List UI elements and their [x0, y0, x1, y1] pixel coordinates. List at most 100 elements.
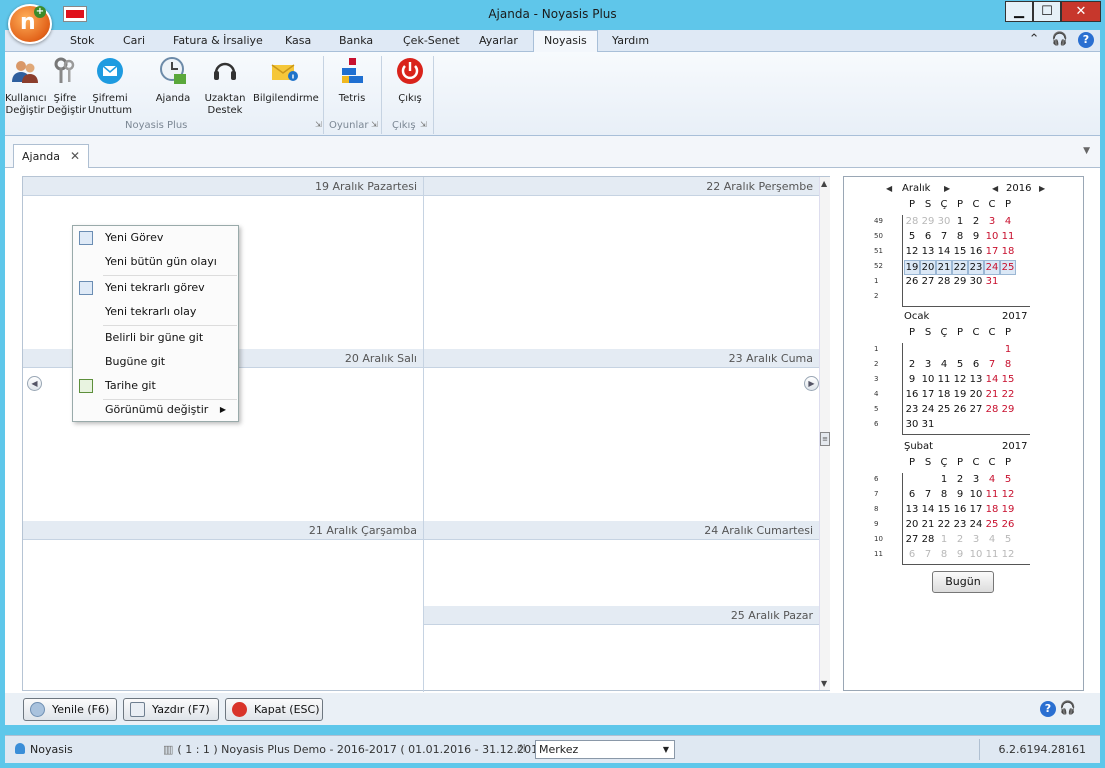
- notification-button[interactable]: Bilgilendirme: [253, 56, 319, 105]
- day-header-24[interactable]: 24 Aralık Cumartesi: [423, 521, 819, 540]
- calendar-day[interactable]: 3: [920, 358, 936, 373]
- day-header-23[interactable]: 23 Aralık Cuma: [423, 349, 819, 368]
- calendar-day[interactable]: 22: [952, 260, 968, 275]
- calendar-day[interactable]: 5: [1000, 533, 1016, 548]
- calendar-day[interactable]: 5: [1000, 473, 1016, 488]
- remote-support-button[interactable]: Uzaktan Destek: [203, 56, 247, 117]
- tab-fatura[interactable]: Fatura & İrsaliye: [173, 34, 263, 47]
- day-header-21[interactable]: 21 Aralık Çarşamba: [23, 521, 423, 540]
- calendar-day[interactable]: 7: [920, 488, 936, 503]
- calendar-day[interactable]: 17: [920, 388, 936, 403]
- calendar-day[interactable]: 16: [968, 245, 984, 260]
- date-navigator[interactable]: ◀ ▶ ◀ ▶ Aralık 2016 P S Ç P C C P 49 50 51 52 1 2 28 29 30 1 2 3…: [843, 176, 1084, 691]
- calendar-day[interactable]: 10: [984, 230, 1000, 245]
- calendar-day[interactable]: 14: [984, 373, 1000, 388]
- calendar-day[interactable]: 1: [1000, 343, 1016, 358]
- calendar-day[interactable]: 6: [968, 358, 984, 373]
- calendar-day[interactable]: 4: [984, 533, 1000, 548]
- print-button[interactable]: Yazdır (F7): [123, 698, 219, 721]
- calendar-day[interactable]: 18: [1000, 245, 1016, 260]
- calendar-day[interactable]: 19: [1000, 503, 1016, 518]
- calendar-day[interactable]: 6: [904, 488, 920, 503]
- headset-icon[interactable]: 🎧: [1060, 701, 1076, 716]
- calendar-day[interactable]: 25: [936, 403, 952, 418]
- calendar-day[interactable]: 27: [968, 403, 984, 418]
- help-icon[interactable]: ?: [1040, 701, 1056, 717]
- calendar-day[interactable]: 12: [952, 373, 968, 388]
- calendar-day[interactable]: 1: [952, 215, 968, 230]
- scheduler-scrollbar[interactable]: ▲ ≡ ▼: [819, 177, 830, 690]
- day-header-19[interactable]: 19 Aralık Pazartesi: [23, 177, 423, 196]
- day-header-22[interactable]: 22 Aralık Perşembe: [423, 177, 819, 196]
- calendar-day[interactable]: 29: [1000, 403, 1016, 418]
- calendar-day[interactable]: 13: [904, 503, 920, 518]
- headset-icon[interactable]: 🎧: [1052, 32, 1068, 47]
- calendar-day[interactable]: 1: [936, 533, 952, 548]
- calendar-day[interactable]: 26: [904, 275, 920, 290]
- next-year-icon[interactable]: ▶: [1039, 184, 1045, 193]
- today-button[interactable]: Bugün: [932, 571, 994, 593]
- group-launcher-icon[interactable]: ⇲: [371, 120, 378, 129]
- help-icon[interactable]: ?: [1078, 32, 1094, 48]
- group-launcher-icon[interactable]: ⇲: [420, 120, 427, 129]
- close-tab-icon[interactable]: ✕: [70, 149, 80, 163]
- calendar-day[interactable]: 8: [1000, 358, 1016, 373]
- branch-select[interactable]: Merkez ▼: [535, 740, 675, 759]
- calendar-day[interactable]: 26: [1000, 518, 1016, 533]
- calendar-day[interactable]: 18: [936, 388, 952, 403]
- calendar-day[interactable]: 21: [936, 260, 952, 275]
- calendar-day[interactable]: 30: [936, 215, 952, 230]
- calendar-day[interactable]: 13: [920, 245, 936, 260]
- calendar-day[interactable]: 28: [984, 403, 1000, 418]
- tab-kasa[interactable]: Kasa: [285, 34, 311, 47]
- calendar-day[interactable]: 17: [984, 245, 1000, 260]
- group-launcher-icon[interactable]: ⇲: [315, 120, 322, 129]
- calendar-day[interactable]: 13: [968, 373, 984, 388]
- calendar-day[interactable]: 16: [904, 388, 920, 403]
- calendar-day[interactable]: 11: [984, 488, 1000, 503]
- calendar-day[interactable]: 19: [904, 260, 920, 275]
- chevron-down-icon[interactable]: ▼: [1083, 146, 1090, 156]
- calendar-day[interactable]: 6: [904, 548, 920, 563]
- menu-item-go-to-day[interactable]: Belirli bir güne git: [73, 326, 238, 350]
- calendar-day[interactable]: 21: [920, 518, 936, 533]
- calendar-day[interactable]: 2: [952, 473, 968, 488]
- calendar-day[interactable]: 3: [968, 473, 984, 488]
- calendar-day[interactable]: 7: [936, 230, 952, 245]
- calendar-day[interactable]: 27: [904, 533, 920, 548]
- prev-appointment-icon[interactable]: ◀: [27, 376, 42, 391]
- app-menu-orb[interactable]: n +: [8, 4, 52, 44]
- calendar-day[interactable]: 8: [936, 488, 952, 503]
- calendar-day[interactable]: 27: [920, 275, 936, 290]
- calendar-day[interactable]: 9: [904, 373, 920, 388]
- tab-cari[interactable]: Cari: [123, 34, 145, 47]
- calendar-day[interactable]: 11: [984, 548, 1000, 563]
- calendar-day[interactable]: 2: [952, 533, 968, 548]
- calendar-day[interactable]: 29: [952, 275, 968, 290]
- calendar-day[interactable]: 25: [1000, 260, 1016, 275]
- calendar-day[interactable]: 10: [968, 488, 984, 503]
- menu-item-new-task[interactable]: Yeni Görev: [73, 226, 238, 250]
- calendar-day[interactable]: 11: [1000, 230, 1016, 245]
- doc-tab-ajanda[interactable]: Ajanda ✕: [13, 144, 90, 168]
- calendar-day[interactable]: 5: [904, 230, 920, 245]
- minimize-button[interactable]: ▁: [1005, 1, 1033, 22]
- menu-item-new-all-day[interactable]: Yeni bütün gün olayı: [73, 250, 238, 274]
- tab-ayarlar[interactable]: Ayarlar: [479, 34, 518, 47]
- refresh-button[interactable]: Yenile (F6): [23, 698, 117, 721]
- next-appointment-icon[interactable]: ▶: [804, 376, 819, 391]
- scroll-down-icon[interactable]: ▼: [821, 679, 827, 688]
- calendar-day[interactable]: 1: [936, 473, 952, 488]
- collapse-ribbon-icon[interactable]: ⌃: [1029, 32, 1040, 47]
- calendar-day[interactable]: 24: [920, 403, 936, 418]
- calendar-day[interactable]: 28: [936, 275, 952, 290]
- agenda-button[interactable]: Ajanda: [155, 56, 191, 105]
- calendar-day[interactable]: 31: [920, 418, 936, 433]
- calendar-day[interactable]: 5: [952, 358, 968, 373]
- calendar-day[interactable]: 4: [936, 358, 952, 373]
- calendar-day[interactable]: 24: [984, 260, 1000, 275]
- calendar-day[interactable]: 22: [1000, 388, 1016, 403]
- calendar-day[interactable]: 23: [968, 260, 984, 275]
- calendar-day[interactable]: 20: [968, 388, 984, 403]
- calendar-day[interactable]: 2: [904, 358, 920, 373]
